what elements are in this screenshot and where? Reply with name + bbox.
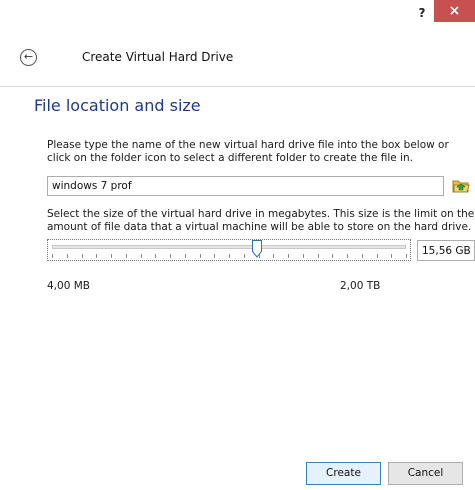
create-button[interactable]: Create: [306, 462, 381, 485]
instructions-text: Please type the name of the new virtual …: [47, 139, 449, 164]
slider-tick: [362, 254, 363, 258]
slider-tick: [288, 254, 289, 258]
slider-tick: [141, 254, 142, 258]
slider-thumb[interactable]: [252, 240, 262, 258]
file-name-input[interactable]: [47, 176, 444, 196]
size-value-input[interactable]: [417, 240, 475, 261]
slider-tick: [259, 254, 260, 258]
slider-tick: [82, 254, 83, 258]
slider-tick: [111, 254, 112, 258]
slider-tick: [347, 254, 348, 258]
back-arrow-icon[interactable]: ←: [20, 49, 37, 66]
slider-tick: [155, 254, 156, 258]
wizard-content: File location and size Please type the n…: [20, 87, 475, 458]
slider-tick: [229, 254, 230, 258]
slider-tick: [126, 254, 127, 258]
slider-tick: [377, 254, 378, 258]
slider-tick: [96, 254, 97, 258]
size-description: Select the size of the virtual hard driv…: [47, 208, 475, 233]
title-bar: ? ×: [0, 0, 475, 26]
help-button[interactable]: ?: [412, 4, 432, 22]
slider-tick: [406, 254, 407, 258]
wizard-title: Create Virtual Hard Drive: [82, 50, 234, 64]
close-button[interactable]: ×: [434, 0, 475, 22]
size-slider[interactable]: [47, 239, 411, 261]
slider-tick: [214, 254, 215, 258]
slider-tick: [185, 254, 186, 258]
slider-tick: [67, 254, 68, 258]
slider-tick: [52, 254, 53, 258]
wizard-header: ← Create Virtual Hard Drive: [0, 26, 475, 87]
slider-track: [52, 245, 406, 249]
slider-tick: [170, 254, 171, 258]
button-bar: Create Cancel: [0, 458, 475, 490]
range-max-label: 2,00 TB: [340, 280, 381, 292]
slider-tick: [318, 254, 319, 258]
range-min-label: 4,00 MB: [47, 280, 90, 292]
cancel-button[interactable]: Cancel: [388, 462, 463, 485]
slider-tick: [303, 254, 304, 258]
slider-tick: [332, 254, 333, 258]
slider-tick: [273, 254, 274, 258]
slider-tick: [244, 254, 245, 258]
slider-tick: [200, 254, 201, 258]
slider-tick: [391, 254, 392, 258]
section-title: File location and size: [34, 96, 201, 115]
folder-icon[interactable]: [452, 178, 470, 194]
